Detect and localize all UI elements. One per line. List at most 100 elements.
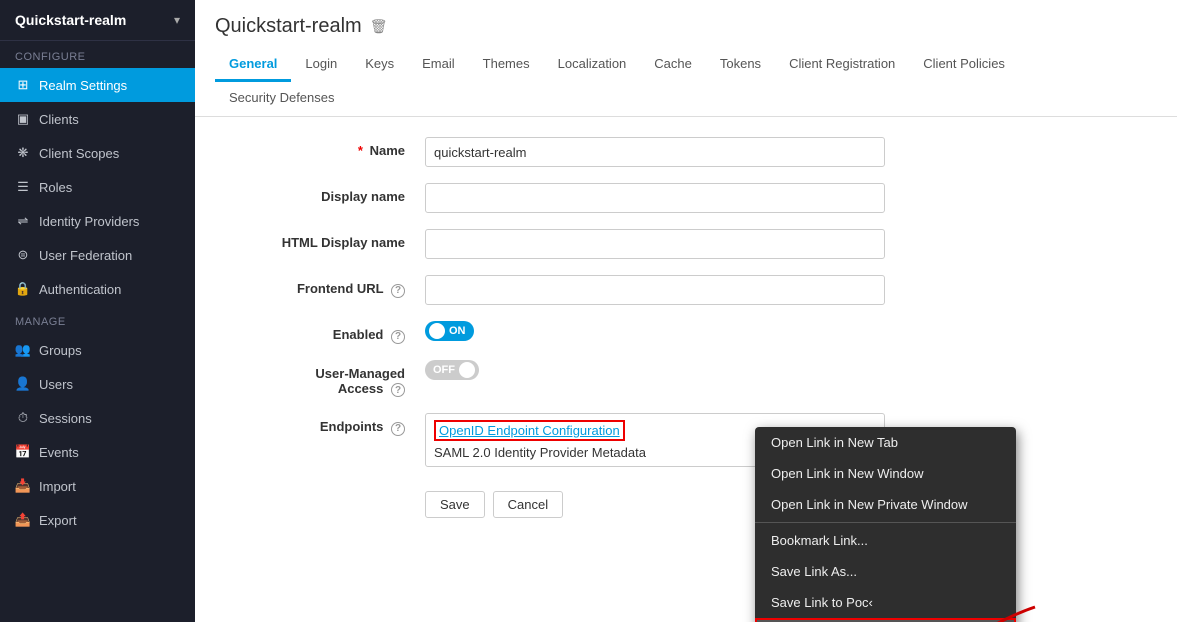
frontend-url-input[interactable] [425,275,885,305]
sidebar-header[interactable]: Quickstart-realm ▾ [0,0,195,41]
user-federation-icon: ⊜ [15,247,31,263]
delete-realm-icon[interactable]: 🗑 [370,18,388,35]
sidebar-item-label: Authentication [39,282,121,297]
html-display-name-input[interactable] [425,229,885,259]
sidebar-item-clients[interactable]: ▣ Clients [0,102,195,136]
context-menu-item-open-new-window[interactable]: Open Link in New Window [755,458,1016,489]
realm-name: Quickstart-realm [15,12,126,28]
sidebar-item-label: Clients [39,112,79,127]
tab-themes[interactable]: Themes [469,48,544,82]
user-managed-row: User-Managed Access ? OFF [225,360,1147,398]
endpoints-label: Endpoints ? [225,413,425,436]
clients-icon: ▣ [15,111,31,127]
name-input[interactable] [425,137,885,167]
enabled-toggle[interactable]: ON [425,321,474,342]
sidebar-item-export[interactable]: 📤 Export [0,503,195,537]
buttons-spacer [225,483,425,489]
tab-security-defenses[interactable]: Security Defenses [215,82,349,116]
groups-icon: 👥 [15,342,31,358]
context-menu-item-open-new-tab[interactable]: Open Link in New Tab [755,427,1016,458]
html-display-name-input-wrapper [425,229,885,259]
import-icon: 📥 [15,478,31,494]
context-menu-item-save-pocket[interactable]: Save Link to Poc‹ [755,587,1016,618]
tab-tokens[interactable]: Tokens [706,48,775,82]
name-label: * Name [225,137,425,158]
sidebar-section-label: Manage [0,306,195,333]
tab-client-registration[interactable]: Client Registration [775,48,909,82]
openid-endpoint-link[interactable]: OpenID Endpoint Configuration [434,420,625,441]
sidebar-item-client-scopes[interactable]: ❋ Client Scopes [0,136,195,170]
name-input-wrapper [425,137,885,167]
sidebar: Quickstart-realm ▾ Configure⊞Realm Setti… [0,0,195,622]
display-name-label: Display name [225,183,425,204]
enabled-help-icon: ? [391,330,405,344]
enabled-label: Enabled ? [225,321,425,344]
sidebar-item-import[interactable]: 📥 Import [0,469,195,503]
frontend-url-help-icon: ? [391,284,405,298]
context-menu-item-open-private[interactable]: Open Link in New Private Window [755,489,1016,520]
users-icon: 👤 [15,376,31,392]
html-display-name-label: HTML Display name [225,229,425,250]
chevron-down-icon: ▾ [174,13,180,27]
frontend-url-input-wrapper [425,275,885,305]
toggle-on-label: ON [449,325,466,337]
sidebar-item-authentication[interactable]: 🔒 Authentication [0,272,195,306]
tab-email[interactable]: Email [408,48,469,82]
sidebar-item-label: Export [39,513,77,528]
frontend-url-label: Frontend URL ? [225,275,425,298]
export-icon: 📤 [15,512,31,528]
context-menu-item-bookmark[interactable]: Bookmark Link... [755,525,1016,556]
authentication-icon: 🔒 [15,281,31,297]
enabled-row: Enabled ? ON [225,321,1147,344]
roles-icon: ☰ [15,179,31,195]
tab-keys[interactable]: Keys [351,48,408,82]
toggle-knob [429,323,445,339]
sidebar-item-label: Client Scopes [39,146,119,161]
html-display-name-row: HTML Display name [225,229,1147,259]
sidebar-section-label: Configure [0,41,195,68]
client-scopes-icon: ❋ [15,145,31,161]
sidebar-item-label: Sessions [39,411,92,426]
sidebar-item-label: User Federation [39,248,132,263]
context-menu-item-save-as[interactable]: Save Link As... [755,556,1016,587]
tab-localization[interactable]: Localization [544,48,641,82]
user-managed-help-icon: ? [391,383,405,397]
frontend-url-row: Frontend URL ? [225,275,1147,305]
tab-general[interactable]: General [215,48,291,82]
cancel-button[interactable]: Cancel [493,491,563,518]
tab-cache[interactable]: Cache [640,48,706,82]
display-name-input[interactable] [425,183,885,213]
events-icon: 📅 [15,444,31,460]
save-button[interactable]: Save [425,491,485,518]
main-content-area: Quickstart-realm 🗑 GeneralLoginKeysEmail… [195,0,1177,622]
context-menu: Open Link in New TabOpen Link in New Win… [755,427,1016,622]
sidebar-item-user-federation[interactable]: ⊜ User Federation [0,238,195,272]
sidebar-item-users[interactable]: 👤Users [0,367,195,401]
sidebar-item-sessions[interactable]: ⏱Sessions [0,401,195,435]
tab-client-policies[interactable]: Client Policies [909,48,1019,82]
context-menu-separator [755,522,1016,523]
sidebar-item-label: Roles [39,180,72,195]
sidebar-item-groups[interactable]: 👥Groups [0,333,195,367]
sidebar-item-label: Import [39,479,76,494]
main-tabs-row2: Security Defenses [215,82,1157,116]
sidebar-item-roles[interactable]: ☰ Roles [0,170,195,204]
tab-login[interactable]: Login [291,48,351,82]
sidebar-item-label: Identity Providers [39,214,139,229]
sidebar-item-label: Realm Settings [39,78,127,93]
sidebar-item-events[interactable]: 📅 Events [0,435,195,469]
sidebar-item-label: Events [39,445,79,460]
form-buttons: Save Cancel [425,491,563,518]
main-header: Quickstart-realm 🗑 GeneralLoginKeysEmail… [195,0,1177,117]
user-managed-toggle[interactable]: OFF [425,360,479,380]
required-asterisk: * [358,143,363,158]
display-name-input-wrapper [425,183,885,213]
display-name-row: Display name [225,183,1147,213]
identity-providers-icon: ⇌ [15,213,31,229]
sidebar-item-realm-settings[interactable]: ⊞Realm Settings [0,68,195,102]
context-menu-item-copy-link[interactable]: Copy Link [755,618,1016,622]
sidebar-item-identity-providers[interactable]: ⇌ Identity Providers [0,204,195,238]
user-managed-label: User-Managed Access ? [225,360,425,398]
endpoints-help-icon: ? [391,422,405,436]
name-field-row: * Name [225,137,1147,167]
